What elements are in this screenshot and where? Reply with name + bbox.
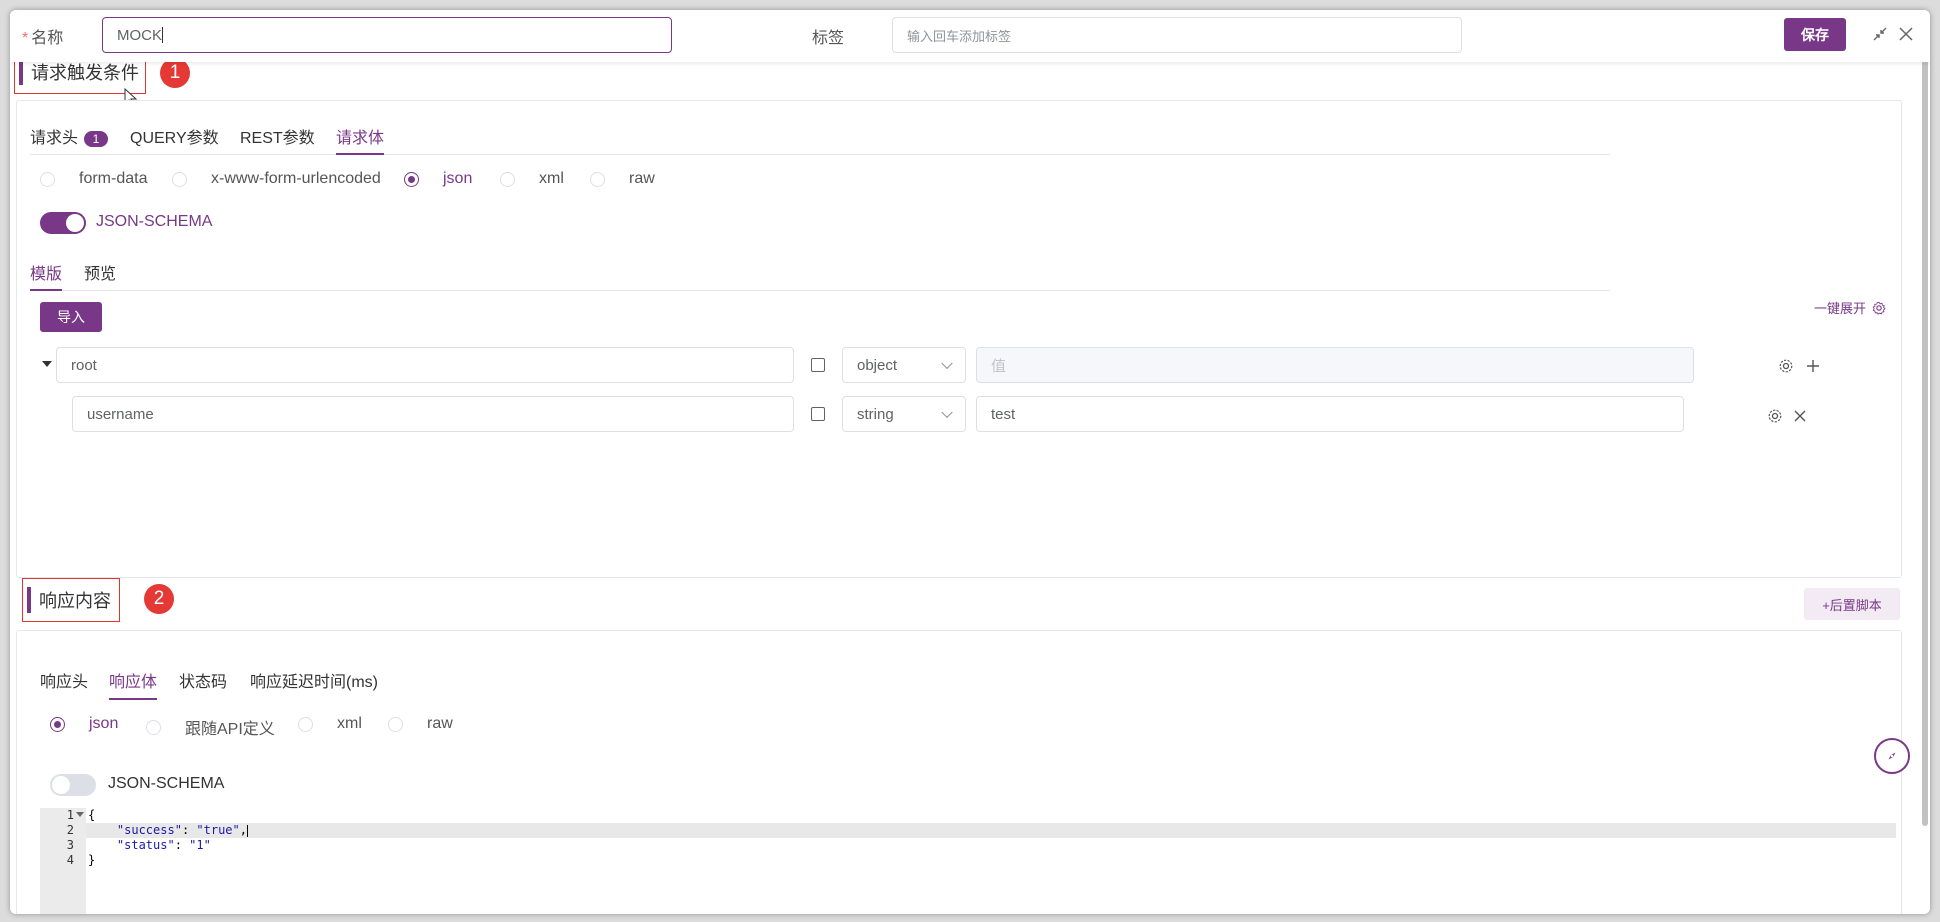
code-line: { — [88, 808, 96, 822]
subtab-divider — [30, 290, 1610, 291]
shrink-icon[interactable] — [1870, 24, 1890, 44]
title-accent-bar — [27, 587, 31, 613]
expand-all-label: 一键展开 — [1814, 301, 1867, 316]
username-settings-gear-icon[interactable] — [1767, 408, 1783, 424]
tag-input-placeholder: 输入回车添加标签 — [907, 28, 1012, 44]
close-icon[interactable] — [1896, 24, 1916, 44]
tag-label: 标签 — [812, 30, 845, 47]
expand-all-button[interactable]: 一键展开 — [1814, 298, 1886, 317]
import-button[interactable]: 导入 — [40, 302, 102, 332]
save-button[interactable]: 保存 — [1784, 18, 1846, 51]
username-name-value: username — [87, 405, 154, 423]
response-radio-json[interactable]: json — [50, 715, 118, 733]
response-radio-raw[interactable]: raw — [388, 715, 453, 733]
step-badge-1: 1 — [160, 58, 190, 88]
root-settings-gear-icon[interactable] — [1778, 358, 1794, 374]
gear-icon — [1872, 301, 1886, 315]
root-value-input[interactable]: 值 — [976, 347, 1694, 383]
name-input-value: MOCK — [117, 26, 162, 44]
radio-json[interactable]: json — [404, 170, 472, 188]
username-value-input[interactable]: test — [976, 396, 1684, 432]
root-type-select[interactable]: object — [842, 347, 966, 383]
radio-raw[interactable]: raw — [590, 170, 655, 188]
tab-response-delay[interactable]: 响应延迟时间(ms) — [250, 668, 378, 692]
name-label: * 名称 — [22, 30, 64, 47]
fold-caret-icon[interactable] — [76, 812, 84, 818]
response-code-editor[interactable]: 1 2 3 4 { "success": "true", "status": "… — [40, 808, 1900, 914]
code-line: "status": "1" — [116, 838, 211, 852]
line-number: 1 — [66, 808, 74, 822]
response-section-title: 响应内容 — [22, 578, 120, 622]
code-line: } — [88, 853, 96, 867]
username-type-select[interactable]: string — [842, 396, 966, 432]
radio-form-data[interactable]: form-data — [40, 170, 147, 188]
active-subtab-indicator — [30, 289, 62, 291]
username-required-checkbox[interactable] — [811, 407, 825, 421]
name-input[interactable]: MOCK — [102, 17, 672, 53]
username-value-text: test — [991, 405, 1016, 423]
root-name-value: root — [71, 356, 97, 374]
root-name-input[interactable]: root — [56, 347, 794, 383]
compass-icon[interactable] — [1874, 738, 1910, 774]
root-type-value: object — [857, 356, 898, 374]
line-number: 4 — [66, 853, 74, 867]
subtab-template[interactable]: 模版 — [30, 260, 62, 284]
tab-response-header[interactable]: 响应头 — [40, 668, 88, 692]
json-schema-switch[interactable] — [40, 212, 86, 234]
json-schema-label: JSON-SCHEMA — [96, 213, 213, 230]
active-line-highlight — [86, 823, 1896, 838]
step-badge-2: 2 — [144, 584, 174, 614]
delete-row-close-icon[interactable] — [1794, 410, 1806, 422]
add-child-plus-icon[interactable] — [1805, 358, 1821, 374]
line-number: 3 — [66, 838, 74, 852]
add-post-script-button[interactable]: +后置脚本 — [1804, 588, 1900, 620]
tab-divider — [30, 154, 1610, 155]
line-number: 2 — [66, 823, 74, 837]
username-name-input[interactable]: username — [72, 396, 794, 432]
response-radio-xml[interactable]: xml — [298, 715, 362, 733]
tab-rest-params[interactable]: REST参数 — [240, 124, 315, 148]
tab-request-body[interactable]: 请求体 — [336, 124, 384, 148]
top-bar: * 名称 MOCK 标签 输入回车添加标签 保存 — [10, 10, 1930, 62]
response-json-schema-switch[interactable] — [50, 774, 96, 796]
mock-edit-window: * 名称 MOCK 标签 输入回车添加标签 保存 请求触发条件 1 请求头 1 QU… — [10, 10, 1930, 914]
radio-x-www-form-urlencoded[interactable]: x-www-form-urlencoded — [172, 170, 381, 188]
response-radio-follow-api[interactable]: 跟随API定义 — [146, 715, 275, 739]
root-required-checkbox[interactable] — [811, 358, 825, 372]
tag-input[interactable]: 输入回车添加标签 — [892, 17, 1462, 53]
radio-xml[interactable]: xml — [500, 170, 564, 188]
code-line: "success": "true", — [116, 823, 248, 837]
title-accent-bar — [19, 59, 23, 85]
tab-query-params[interactable]: QUERY参数 — [130, 124, 219, 148]
response-json-schema-label: JSON-SCHEMA — [108, 775, 225, 792]
root-value-placeholder: 值 — [991, 357, 1007, 375]
tab-status-code[interactable]: 状态码 — [179, 668, 227, 692]
active-response-tab-indicator — [109, 698, 157, 700]
window-scrollbar[interactable] — [1922, 60, 1928, 826]
subtab-preview[interactable]: 预览 — [84, 260, 116, 284]
tab-response-body[interactable]: 响应体 — [109, 668, 157, 692]
tab-request-header[interactable]: 请求头 1 — [30, 124, 109, 148]
collapse-caret-icon[interactable] — [42, 361, 52, 369]
active-tab-indicator — [336, 153, 384, 155]
username-type-value: string — [857, 405, 894, 423]
header-count-badge: 1 — [84, 130, 109, 147]
